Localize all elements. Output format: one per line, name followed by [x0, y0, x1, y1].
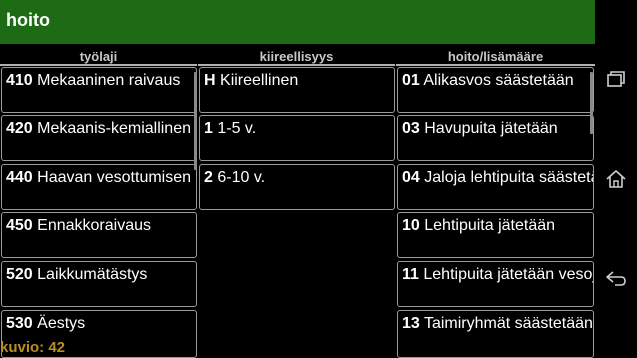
- column-header-care: hoito/lisämääre: [447, 49, 544, 64]
- worktype-item[interactable]: 410 Mekaaninen raivaus: [1, 67, 197, 113]
- worktype-item[interactable]: 450 Ennakkoraivaus: [1, 212, 197, 258]
- urgency-item[interactable]: 2 6-10 v.: [199, 164, 395, 210]
- worktype-item[interactable]: 440 Haavan vesottumisen: [1, 164, 197, 210]
- care-item[interactable]: 13 Taimiryhmät säästetään: [397, 310, 594, 358]
- worktype-item[interactable]: 420 Mekaanis-kemiallinen: [1, 115, 197, 161]
- home-icon[interactable]: [595, 159, 637, 199]
- recents-icon[interactable]: [595, 60, 637, 100]
- care-item[interactable]: 10 Lehtipuita jätetään: [397, 212, 594, 258]
- urgency-item[interactable]: H Kiireellinen: [199, 67, 395, 113]
- header-divider: [396, 64, 595, 66]
- column-header-worktype: työlaji: [79, 49, 118, 64]
- worktype-scrollbar[interactable]: [194, 72, 197, 170]
- back-icon[interactable]: [595, 259, 637, 299]
- column-header-urgency: kiireellisyys: [259, 49, 334, 64]
- header-divider: [198, 64, 395, 66]
- status-text: kuvio: 42: [0, 339, 66, 356]
- app-bar: hoito: [0, 0, 595, 44]
- header-divider: [0, 64, 197, 66]
- urgency-item[interactable]: 1 1-5 v.: [199, 115, 395, 161]
- care-item[interactable]: 01 Alikasvos säästetään: [397, 67, 594, 113]
- page-title: hoito: [6, 10, 50, 30]
- navigation-bar: [595, 0, 637, 358]
- care-scrollbar[interactable]: [590, 72, 593, 134]
- care-item[interactable]: 11 Lehtipuita jätetään vesoja: [397, 261, 594, 307]
- care-item[interactable]: 04 Jaloja lehtipuita säästetään: [397, 164, 594, 210]
- care-item[interactable]: 03 Havupuita jätetään: [397, 115, 594, 161]
- worktype-item[interactable]: 520 Laikkumätästys: [1, 261, 197, 307]
